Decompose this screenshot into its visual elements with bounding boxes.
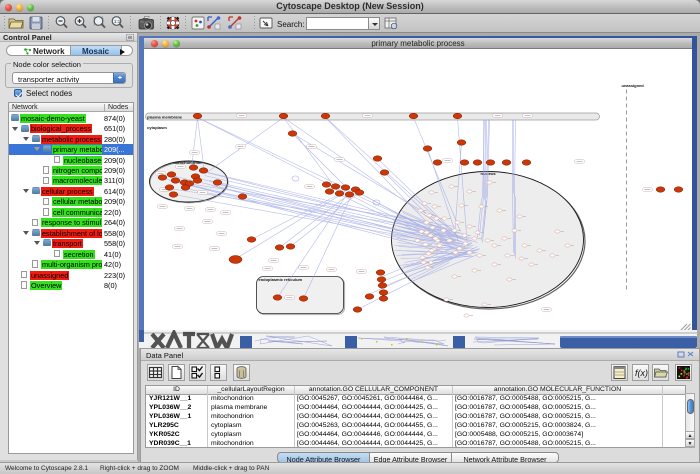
- svg-text:f(x): f(x): [635, 368, 648, 378]
- svg-text:1:1: 1:1: [114, 19, 121, 24]
- svg-text:cytoplasm: cytoplasm: [147, 125, 167, 130]
- svg-text:endoplasmic reticulum: endoplasmic reticulum: [259, 277, 303, 282]
- svg-text:unassigned: unassigned: [622, 83, 645, 88]
- svg-text:mitochondrion: mitochondrion: [174, 160, 203, 165]
- svg-text:plasma membrane: plasma membrane: [147, 114, 183, 119]
